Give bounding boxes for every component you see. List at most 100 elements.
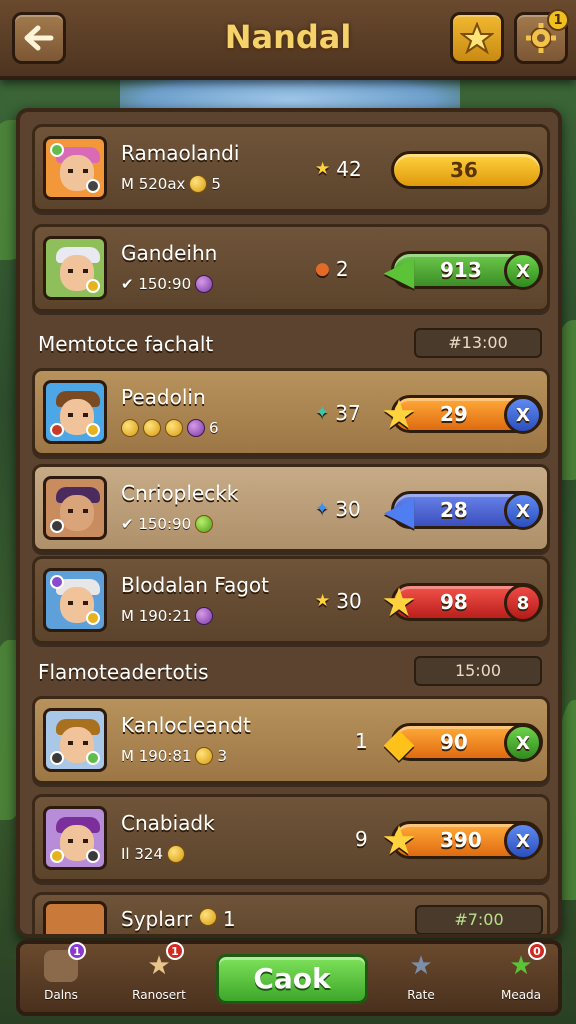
arrow-left-icon bbox=[24, 25, 54, 51]
page-title: Nandal bbox=[224, 18, 352, 56]
coin-icon bbox=[189, 175, 208, 193]
primary-action-button[interactable]: Caok bbox=[216, 954, 368, 1004]
player-stats: 6 bbox=[121, 419, 219, 437]
player-name: Blodalan Fagot bbox=[121, 573, 270, 597]
gem-arrow-icon: ◀ bbox=[383, 248, 415, 294]
notification-badge: 1 bbox=[547, 9, 569, 31]
points-pill[interactable]: ◆ 90 X bbox=[384, 720, 543, 766]
star-icon: ★ bbox=[315, 591, 331, 611]
coin-icon bbox=[121, 419, 139, 437]
back-button[interactable] bbox=[12, 12, 66, 64]
nav-item-dalns[interactable]: 1 Dalns bbox=[26, 942, 96, 1014]
player-name: Gandeihn bbox=[121, 241, 218, 265]
avatar bbox=[43, 136, 107, 200]
close-icon[interactable]: X bbox=[504, 396, 542, 434]
player-stats: Il 324 bbox=[121, 845, 185, 863]
nav-item-meada[interactable]: ★ 0 Meada bbox=[486, 942, 556, 1014]
player-row[interactable]: Syplarr 1 #7:00 bbox=[32, 892, 550, 934]
player-name: Ramaolandi bbox=[121, 141, 240, 165]
points-pill[interactable]: ◀ 913 X bbox=[384, 248, 543, 294]
gem-arrow-icon: ◆ bbox=[383, 720, 415, 766]
player-score: ✦ 37 bbox=[315, 401, 361, 425]
close-icon[interactable]: 8 bbox=[504, 584, 542, 622]
star-icon: ★ bbox=[381, 580, 417, 626]
nav-item-rate[interactable]: ★ Rate bbox=[386, 950, 456, 1014]
favorites-button[interactable] bbox=[450, 12, 504, 64]
gem-icon bbox=[195, 275, 214, 293]
gem-icon bbox=[195, 607, 214, 625]
section-title: Memtotce fachalt bbox=[38, 332, 214, 356]
avatar bbox=[43, 708, 107, 772]
player-name: Syplarr 1 bbox=[121, 907, 236, 931]
settings-button[interactable]: 1 bbox=[514, 9, 569, 64]
avatar bbox=[43, 236, 107, 300]
points-pill[interactable]: ★ 29 X bbox=[381, 392, 543, 438]
player-score: ★ 42 bbox=[315, 157, 362, 181]
coin-icon bbox=[167, 845, 185, 863]
star-icon bbox=[460, 22, 494, 54]
player-row[interactable]: Kanlocleandt M 190:81 3 1 ◆ 90 X bbox=[32, 696, 550, 784]
player-row[interactable]: Cnabiadk Il 324 9 ★ 390 X bbox=[32, 794, 550, 882]
top-bar: Nandal 1 bbox=[0, 0, 576, 80]
star-icon: ★ bbox=[381, 818, 417, 864]
gem-icon bbox=[187, 419, 205, 437]
notification-badge: 1 bbox=[68, 942, 86, 960]
crystal-icon: ✦ bbox=[315, 499, 330, 519]
points-pill[interactable]: 36 bbox=[391, 151, 543, 189]
nav-item-ranosert[interactable]: ★ 1 Ranosert bbox=[124, 942, 194, 1014]
player-stats: M 520ax 5 bbox=[121, 175, 221, 193]
avatar bbox=[43, 476, 107, 540]
close-icon[interactable]: X bbox=[504, 492, 542, 530]
player-score: 1 bbox=[355, 729, 368, 753]
crystal-icon: ✦ bbox=[315, 403, 330, 423]
points-pill[interactable]: ★ 390 X bbox=[381, 818, 543, 864]
section-title: Flamoteadertotis bbox=[38, 660, 209, 684]
player-score: ★ 30 bbox=[315, 589, 362, 613]
player-stats: ✔ 150:90 bbox=[121, 515, 214, 533]
star-icon: ★ 0 bbox=[504, 942, 546, 982]
player-row[interactable]: Ramaolandi M 520ax 5 ★ 42 36 bbox=[32, 124, 550, 212]
star-icon: ★ bbox=[409, 951, 433, 981]
bottom-nav: 1 Dalns ★ 1 Ranosert Caok ★ Rate ★ 0 Mea… bbox=[16, 940, 562, 1016]
coin-icon bbox=[143, 419, 161, 437]
nav-label: Ranosert bbox=[132, 988, 186, 1002]
player-stats: M 190:81 3 bbox=[121, 747, 228, 765]
player-name: Kanlocleandt bbox=[121, 713, 251, 737]
star-icon: ★ bbox=[315, 159, 331, 179]
gem-icon bbox=[195, 515, 214, 533]
avatar bbox=[43, 806, 107, 870]
coin-icon bbox=[198, 908, 217, 926]
player-name: Cnriopleckk bbox=[121, 481, 239, 505]
player-score: ● 2 bbox=[315, 257, 349, 281]
timer-badge: 15:00 bbox=[414, 656, 542, 686]
player-stats: M 190:21 bbox=[121, 607, 214, 625]
nav-label: Rate bbox=[407, 988, 435, 1002]
player-score: 9 bbox=[355, 827, 368, 851]
coin-icon bbox=[195, 747, 214, 765]
player-name: Cnabiadk bbox=[121, 811, 215, 835]
points-pill[interactable]: ◀ 28 X bbox=[384, 488, 543, 534]
close-icon[interactable]: X bbox=[504, 822, 542, 860]
player-stats: ✔ 150:90 bbox=[121, 275, 214, 293]
nav-label: Meada bbox=[500, 988, 542, 1002]
avatar bbox=[43, 568, 107, 632]
player-score: ✦ 30 bbox=[315, 497, 361, 521]
points-pill[interactable]: ★ 98 8 bbox=[381, 580, 543, 626]
avatar bbox=[43, 380, 107, 444]
player-row[interactable]: Blodalan Fagot M 190:21 ★ 30 ★ 98 8 bbox=[32, 556, 550, 644]
gem-arrow-icon: ◀ bbox=[383, 488, 415, 534]
timer-badge: #13:00 bbox=[414, 328, 542, 358]
notification-badge: 0 bbox=[528, 942, 546, 960]
close-icon[interactable]: X bbox=[504, 724, 542, 762]
player-row[interactable]: Gandeihn ✔ 150:90 ● 2 ◀ 913 X bbox=[32, 224, 550, 312]
close-icon[interactable]: X bbox=[504, 252, 542, 290]
timer-badge: #7:00 bbox=[415, 905, 543, 934]
player-name: Peadolin bbox=[121, 385, 206, 409]
chest-icon: 1 bbox=[44, 942, 86, 982]
player-row[interactable]: Peadolin 6 ✦ 37 ★ 29 X bbox=[32, 368, 550, 456]
leaderboard-panel: Ramaolandi M 520ax 5 ★ 42 36 Gandeihn ✔ … bbox=[16, 108, 562, 938]
player-row[interactable]: Cnriopleckk ✔ 150:90 ✦ 30 ◀ 28 X bbox=[32, 464, 550, 552]
nav-label: Dalns bbox=[44, 988, 78, 1002]
coin-icon bbox=[165, 419, 183, 437]
notification-badge: 1 bbox=[166, 942, 184, 960]
